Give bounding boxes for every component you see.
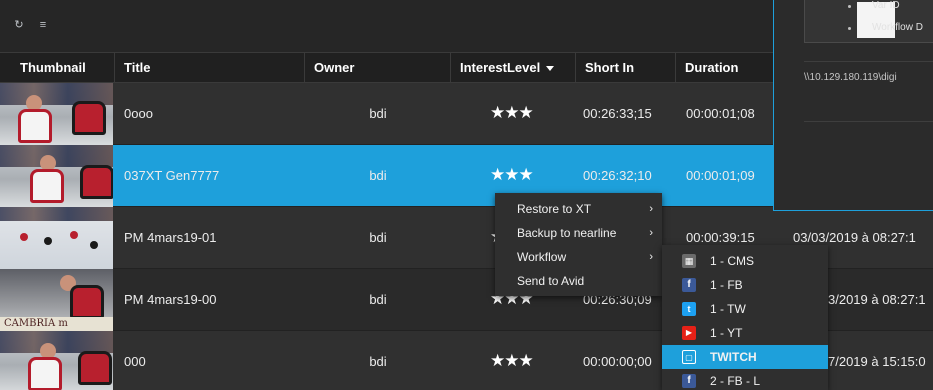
owner-cell: bdi [369,230,387,245]
column-header-title[interactable]: Title [115,53,305,82]
refresh-icon[interactable]: ↻ [12,18,26,32]
menu-item-send-to-avid[interactable]: Send to Avid [495,269,662,293]
submenu-item-label: 2 - FB - L [710,374,761,388]
title-cell: 0ooo [124,106,153,121]
title-cell: 037XT Gen7777 [124,168,220,183]
title-cell: PM 4mars19-00 [124,292,217,307]
dialog-field-workflow[interactable]: Workflow D [872,22,923,33]
chevron-right-icon: › [649,251,653,263]
menu-item-workflow[interactable]: Workflow › [495,245,662,269]
owner-cell: bdi [369,354,387,369]
short-in-cell: 00:00:00;00 [583,354,652,369]
column-header-thumbnail[interactable]: Thumbnail [11,53,115,82]
workflow-submenu: ▦ 1 - CMS f 1 - FB t 1 - TW ▶ 1 - YT ▢ T… [662,245,828,390]
date-cell: 3/2019 à 08:27:1 [828,292,926,307]
twitter-icon: t [682,302,696,316]
column-header-duration[interactable]: Duration [676,53,776,82]
title-cell: PM 4mars19-01 [124,230,217,245]
twitch-icon: ▢ [682,350,696,364]
owner-cell: bdi [369,106,387,121]
divider [804,121,933,122]
menu-item-label: Backup to nearline [517,226,617,240]
submenu-item-tw[interactable]: t 1 - TW [662,297,828,321]
submenu-item-label: 1 - CMS [710,254,755,268]
duration-cell: 00:00:01;08 [686,106,755,121]
thumbnail-image: CAMBRIA m [0,269,113,331]
submenu-item-yt[interactable]: ▶ 1 - YT [662,321,828,345]
submenu-item-cms[interactable]: ▦ 1 - CMS [662,249,828,273]
chevron-right-icon: › [649,203,653,215]
thumbnail-image [0,207,113,269]
grid-icon: ▦ [682,254,696,268]
date-cell: 7/2019 à 15:15:0 [828,354,926,369]
thumbnail-image [0,145,113,207]
menu-item-backup-to-nearline[interactable]: Backup to nearline › [495,221,662,245]
interest-header-label: InterestLevel [460,60,541,75]
submenu-item-label: 1 - YT [710,326,743,340]
sort-descending-icon[interactable] [546,66,555,72]
dialog-field-var-id[interactable]: Var ID [872,0,900,11]
chevron-right-icon: › [649,227,653,239]
thumbnail-banner-text: CAMBRIA m [0,317,113,331]
column-header-owner[interactable]: Owner [305,53,451,82]
short-in-cell: 00:26:33;15 [583,106,652,121]
submenu-item-fb-live[interactable]: f 2 - FB - L [662,369,828,390]
menu-item-label: Workflow [517,250,567,264]
title-cell: 000 [124,354,146,369]
menu-item-restore-to-xt[interactable]: Restore to XT › [495,197,662,221]
facebook-icon: f [682,374,696,388]
context-menu: Restore to XT › Backup to nearline › Wor… [495,193,662,296]
properties-dialog: Var ID Workflow D \\10.129.180.119\digi [773,0,933,211]
submenu-item-label: 1 - FB [710,278,743,292]
owner-cell: bdi [369,168,387,183]
submenu-item-label: 1 - TW [710,302,746,316]
submenu-item-label: TWITCH [710,350,757,364]
menu-item-label: Send to Avid [517,274,585,288]
divider [804,61,933,62]
bullet-icon [848,5,851,8]
facebook-icon: f [682,278,696,292]
thumbnail-image [0,331,113,390]
dialog-network-path: \\10.129.180.119\digi [804,72,897,83]
column-header-interest[interactable]: InterestLevel [451,53,576,82]
submenu-item-twitch[interactable]: ▢ TWITCH [662,345,828,369]
menu-item-label: Restore to XT [517,202,592,216]
youtube-icon: ▶ [682,326,696,340]
owner-cell: bdi [369,292,387,307]
submenu-item-fb[interactable]: f 1 - FB [662,273,828,297]
interest-stars: ★★★ [490,351,534,370]
duration-cell: 00:00:01;09 [686,168,755,183]
menu-icon[interactable]: ≡ [36,18,50,32]
column-header-short-in[interactable]: Short In [576,53,676,82]
bullet-icon [848,27,851,30]
thumbnail-image [0,83,113,145]
interest-stars: ★★★ [490,103,534,122]
